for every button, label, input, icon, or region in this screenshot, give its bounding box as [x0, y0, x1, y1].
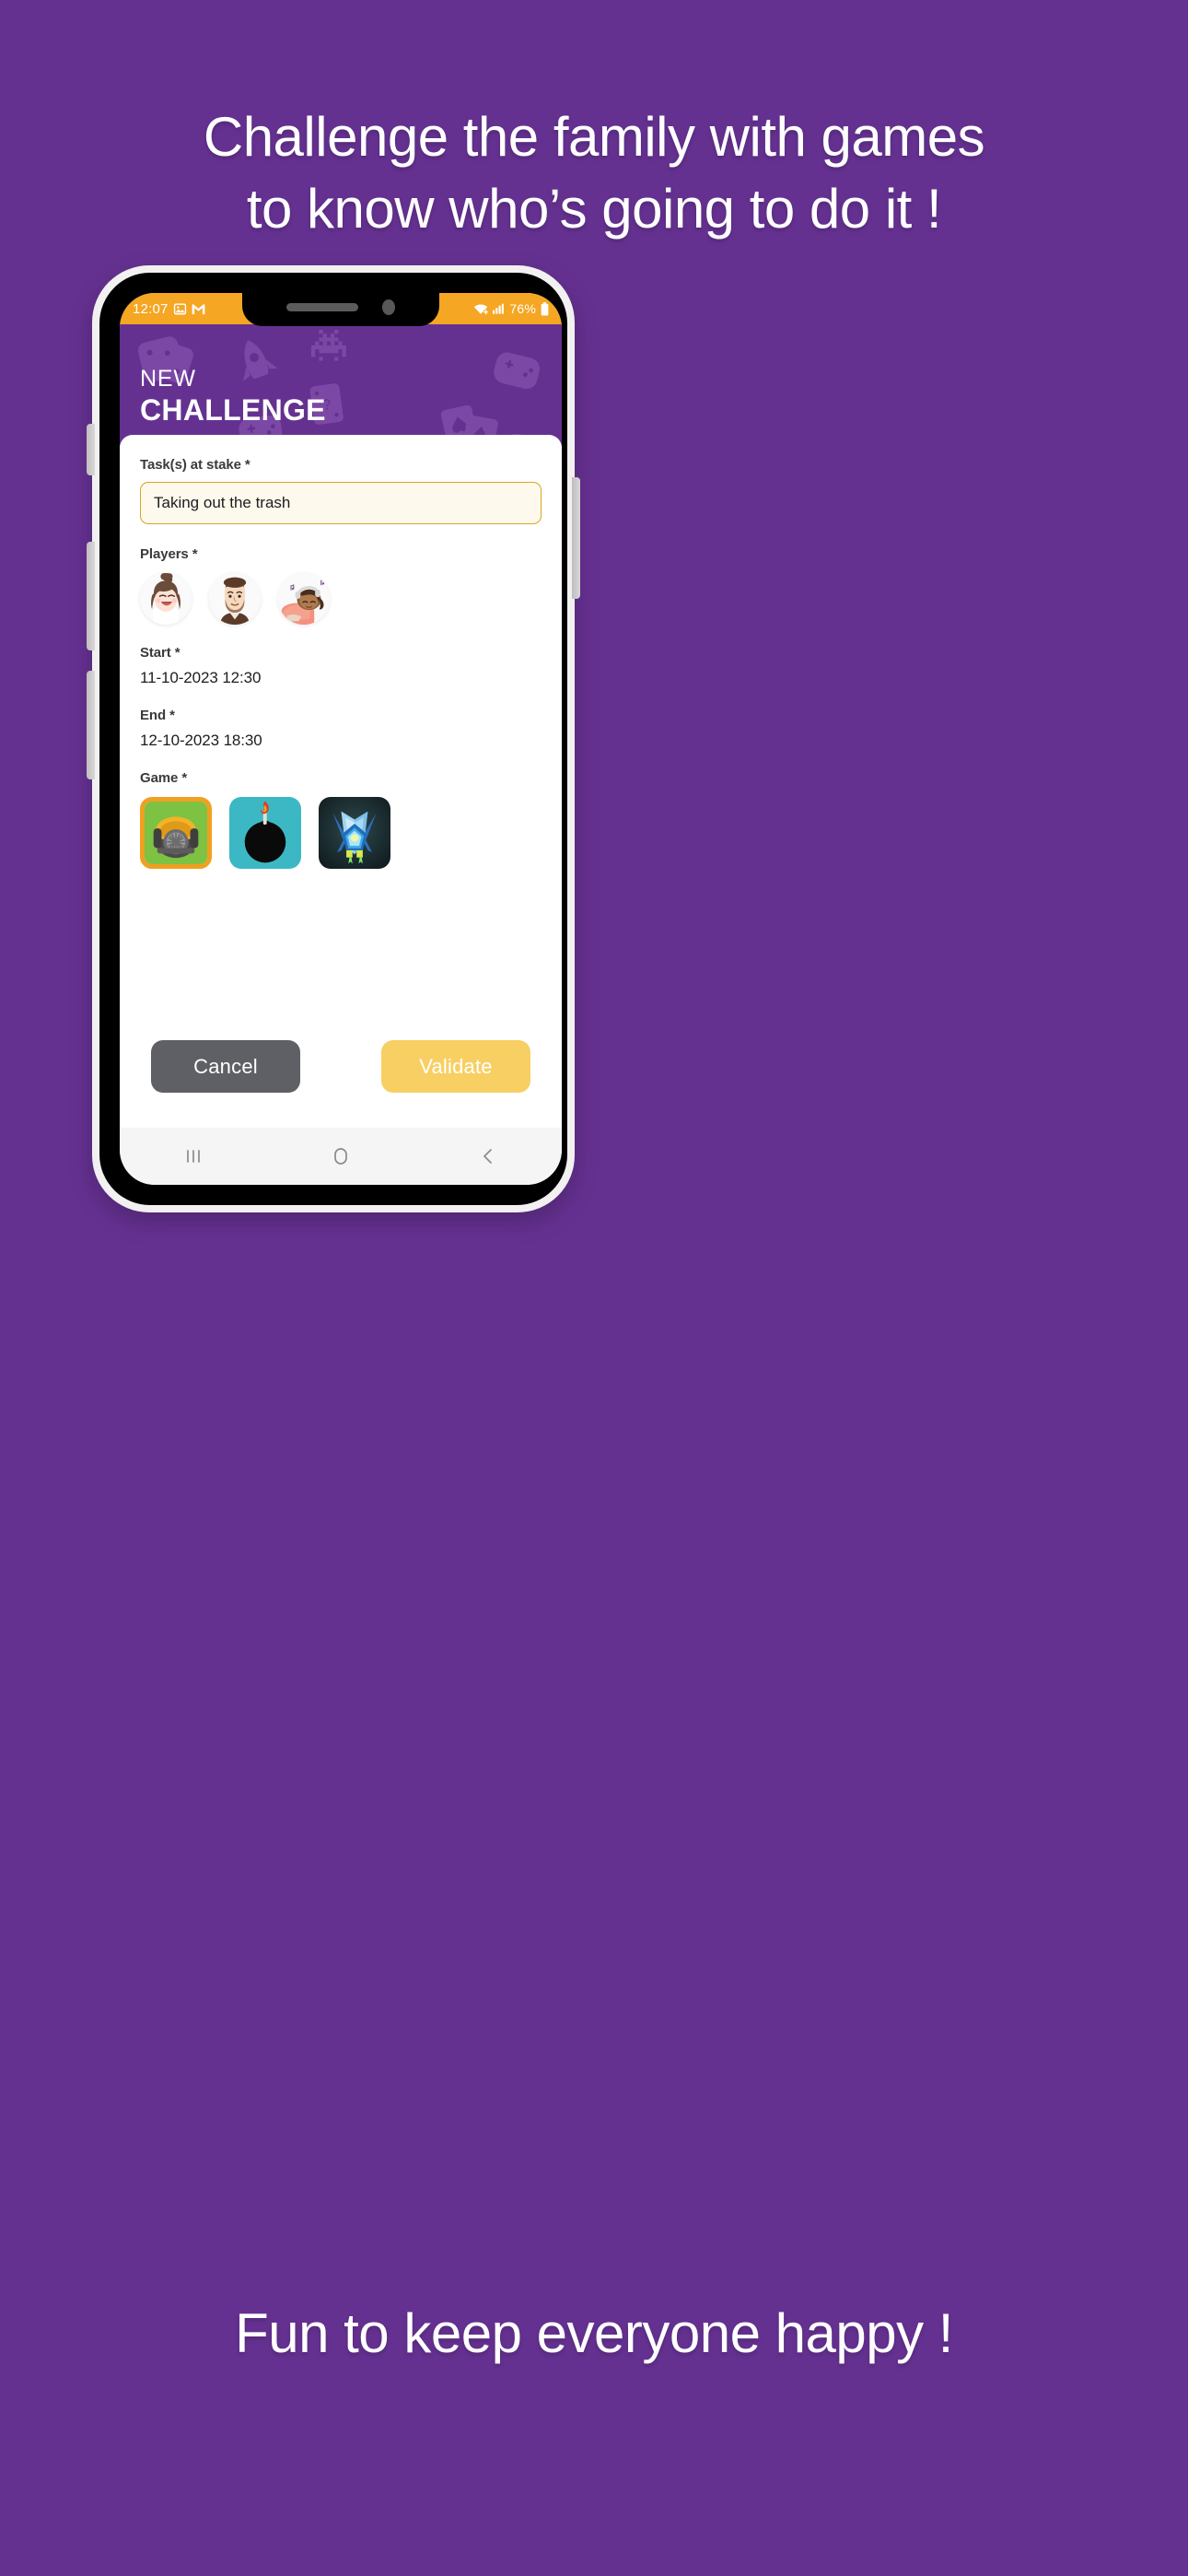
status-time: 12:07 — [133, 300, 169, 317]
game-bomb[interactable] — [229, 797, 301, 869]
end-label: End * — [140, 708, 175, 723]
promo-headline-line1: Challenge the family with games — [203, 106, 985, 168]
field-end: End * 12-10-2023 18:30 — [140, 708, 542, 750]
phone-button-volume-up[interactable] — [87, 542, 95, 650]
battery-percent: 76% — [509, 301, 536, 316]
header-titles: NEW CHALLENGE — [140, 365, 326, 427]
form-actions: Cancel Validate — [140, 1040, 542, 1128]
field-game: Game * — [140, 770, 542, 869]
game-label: Game * — [140, 770, 188, 786]
header-title-challenge: CHALLENGE — [140, 393, 326, 427]
header-title-new: NEW — [140, 365, 196, 392]
signal-icon — [493, 303, 505, 314]
task-input[interactable]: Taking out the trash — [140, 482, 542, 524]
field-task: Task(s) at stake * Taking out the trash — [140, 457, 542, 524]
status-bar-left: 12:07 — [133, 301, 205, 317]
game-spaceship[interactable] — [319, 797, 390, 869]
start-label: Start * — [140, 645, 181, 661]
gmail-icon — [192, 303, 205, 315]
wifi-icon — [473, 303, 489, 315]
cancel-button[interactable]: Cancel — [151, 1040, 300, 1093]
players-label: Players * — [140, 546, 198, 562]
validate-button[interactable]: Validate — [381, 1040, 530, 1093]
phone-button-left-top[interactable] — [87, 424, 95, 475]
recents-icon[interactable] — [166, 1138, 221, 1175]
status-bar-right: 76% — [473, 301, 549, 316]
back-icon[interactable] — [460, 1138, 516, 1175]
phone-mockup: 12:07 76% ? NEW CHALLENGE Task(s) at sta… — [87, 265, 580, 1212]
game-lawnmower[interactable] — [140, 797, 212, 869]
phone-notch — [242, 293, 439, 326]
end-value[interactable]: 12-10-2023 18:30 — [140, 732, 542, 750]
front-camera — [382, 299, 395, 315]
game-tile-row — [140, 797, 542, 869]
field-players: Players * — [140, 546, 542, 625]
status-bar: 12:07 76% — [120, 293, 562, 326]
phone-bezel: 12:07 76% ? NEW CHALLENGE Task(s) at sta… — [99, 273, 567, 1205]
promo-headline-top: Challenge the family with games to know … — [0, 109, 1188, 238]
field-start: Start * 11-10-2023 12:30 — [140, 645, 542, 687]
android-nav-bar — [120, 1128, 562, 1185]
app-header: ? NEW CHALLENGE — [120, 324, 562, 446]
home-icon[interactable] — [313, 1138, 368, 1175]
gallery-icon — [173, 302, 187, 316]
task-label: Task(s) at stake * — [140, 457, 250, 473]
avatar-bearded-man[interactable] — [209, 573, 261, 625]
challenge-form-card: Task(s) at stake * Taking out the trash … — [120, 435, 562, 1128]
phone-button-volume-down[interactable] — [87, 671, 95, 779]
avatar-girl-headphones[interactable] — [278, 573, 330, 625]
avatar-woman-updo[interactable] — [140, 573, 192, 625]
promo-headline-bottom: Fun to keep everyone happy ! — [235, 2302, 953, 2364]
players-avatar-row — [140, 573, 542, 625]
phone-button-power[interactable] — [572, 477, 580, 599]
promo-headline-line2: to know who’s going to do it ! — [246, 177, 942, 240]
earpiece-speaker — [286, 302, 358, 311]
start-value[interactable]: 11-10-2023 12:30 — [140, 669, 542, 687]
battery-icon — [541, 301, 549, 316]
phone-screen: 12:07 76% ? NEW CHALLENGE Task(s) at sta… — [120, 293, 562, 1185]
